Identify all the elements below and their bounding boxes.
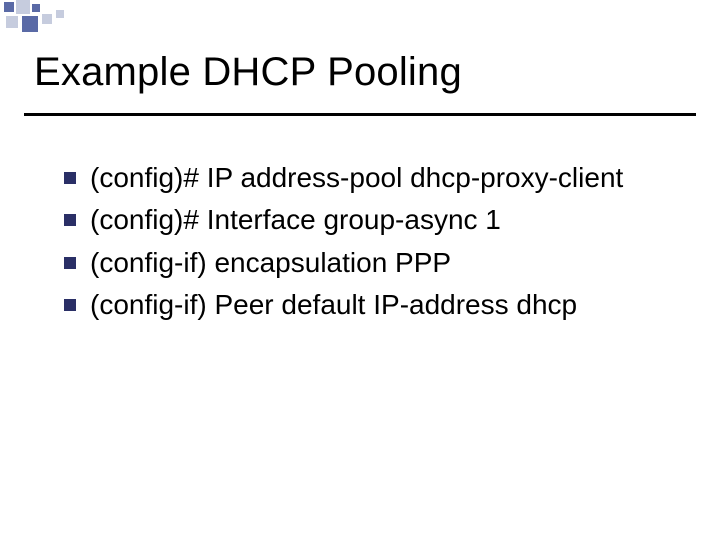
list-item: (config)# Interface group-async 1	[64, 202, 676, 238]
slide-body: (config)# IP address-pool dhcp-proxy-cli…	[0, 116, 720, 324]
list-item: (config-if) encapsulation PPP	[64, 245, 676, 281]
list-item: (config-if) Peer default IP-address dhcp	[64, 287, 676, 323]
square-bullet-icon	[64, 257, 76, 269]
list-item-text: (config-if) Peer default IP-address dhcp	[90, 287, 577, 323]
square-bullet-icon	[64, 214, 76, 226]
list-item: (config)# IP address-pool dhcp-proxy-cli…	[64, 160, 676, 196]
list-item-text: (config)# Interface group-async 1	[90, 202, 501, 238]
list-item-text: (config)# IP address-pool dhcp-proxy-cli…	[90, 160, 623, 196]
slide-title: Example DHCP Pooling	[34, 50, 686, 95]
square-bullet-icon	[64, 299, 76, 311]
slide: Example DHCP Pooling (config)# IP addres…	[0, 0, 720, 540]
corner-decoration	[0, 0, 120, 34]
list-item-text: (config-if) encapsulation PPP	[90, 245, 451, 281]
square-bullet-icon	[64, 172, 76, 184]
